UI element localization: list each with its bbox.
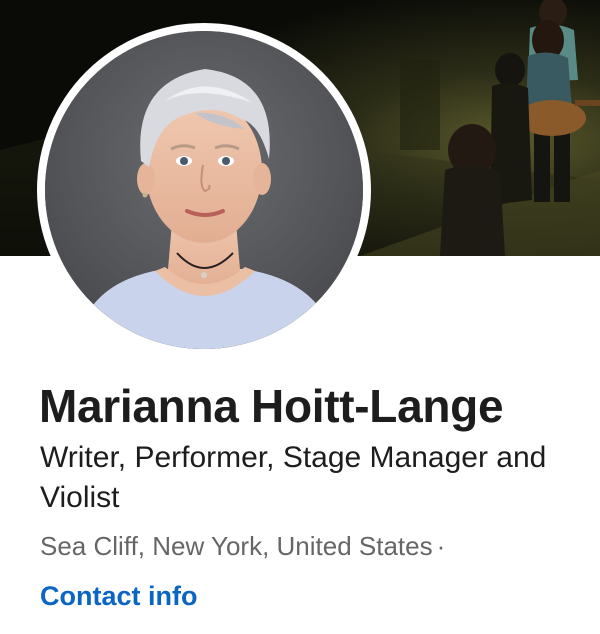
portrait-illustration [45, 31, 363, 349]
profile-location: Sea Cliff, New York, United States · [40, 529, 445, 563]
profile-name: Marianna Hoitt-Lange [39, 380, 504, 432]
location-text: Sea Cliff, New York, United States [40, 531, 433, 561]
location-separator: · [436, 531, 446, 561]
profile-headline: Writer, Performer, Stage Manager and Vio… [40, 441, 547, 514]
contact-info-link[interactable]: Contact info [40, 578, 197, 614]
profile-avatar[interactable] [45, 31, 363, 349]
